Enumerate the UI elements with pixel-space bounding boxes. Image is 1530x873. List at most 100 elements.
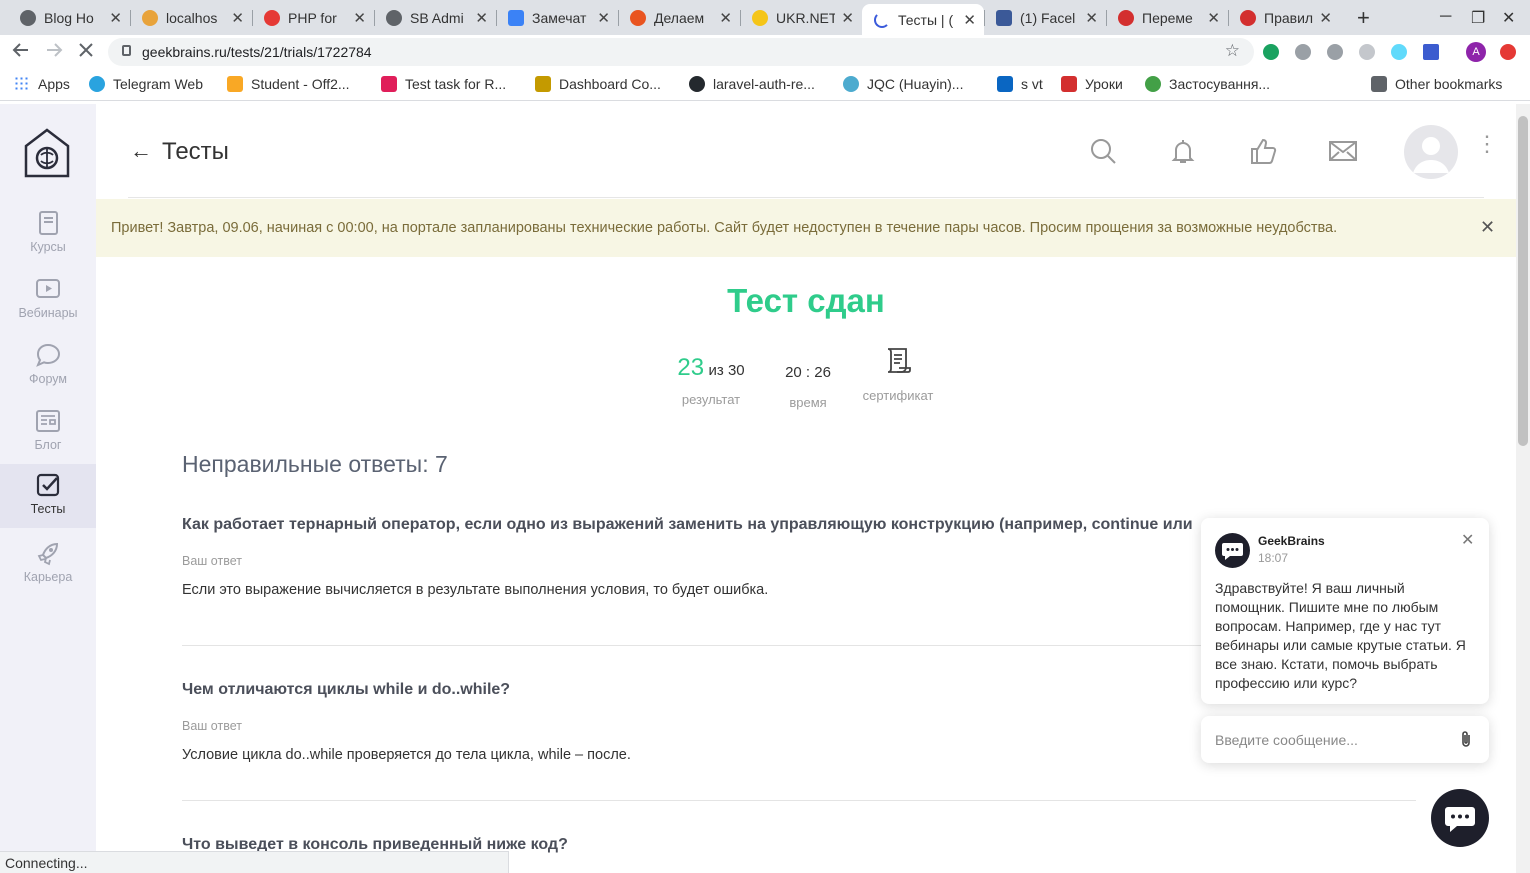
geekbrains-logo-icon[interactable] [24, 128, 70, 178]
bookmark-item[interactable]: Student - Off2... [227, 76, 350, 92]
browser-tab[interactable]: UKR.NET ✕ [740, 4, 862, 31]
tab-close-icon[interactable]: ✕ [475, 9, 488, 27]
tab-close-icon[interactable]: ✕ [1207, 9, 1220, 27]
chat-avatar [1215, 533, 1250, 568]
tab-close-icon[interactable]: ✕ [841, 9, 854, 27]
sidebar-item-webinars[interactable]: Вебинары [0, 268, 96, 332]
banner-close-button[interactable]: ✕ [1480, 217, 1495, 238]
tab-close-icon[interactable]: ✕ [109, 9, 122, 27]
user-silhouette-icon [1413, 137, 1449, 173]
browser-tab[interactable]: SB Admi ✕ [374, 4, 496, 31]
tab-close-icon[interactable]: ✕ [719, 9, 732, 27]
extension-icon[interactable] [1423, 44, 1439, 60]
bookmark-apps[interactable]: Apps [14, 76, 70, 92]
new-tab-button[interactable]: + [1357, 5, 1370, 31]
back-arrow-button[interactable]: ← [130, 138, 152, 164]
browser-tab[interactable]: Делаем ✕ [618, 4, 740, 31]
chat-bubble-icon [1445, 807, 1475, 832]
sidebar-item-forum[interactable]: Форум [0, 334, 96, 398]
chat-open-button[interactable] [1431, 789, 1489, 847]
tab-close-icon[interactable]: ✕ [353, 9, 366, 27]
bookmark-favicon-icon [1061, 76, 1077, 92]
tab-close-icon[interactable]: ✕ [1319, 9, 1332, 27]
tab-close-icon[interactable]: ✕ [1085, 9, 1098, 27]
address-bar[interactable]: geekbrains.ru/tests/21/trials/1722784 ☆ [108, 38, 1254, 66]
profile-avatar[interactable]: A [1466, 42, 1486, 62]
bookmark-item[interactable]: Telegram Web [89, 76, 203, 92]
browser-tab-active[interactable]: Тесты | ( ✕ [862, 4, 984, 35]
browser-tab[interactable]: Blog Ho ✕ [8, 4, 130, 31]
bell-icon[interactable] [1168, 136, 1198, 166]
bookmark-item[interactable]: Test task for R... [381, 76, 506, 92]
chat-sender-name: GeekBrains [1258, 534, 1325, 548]
scrollbar-thumb[interactable] [1518, 116, 1528, 446]
grammarly-extension-icon[interactable] [1263, 44, 1279, 60]
mail-icon[interactable] [1328, 136, 1358, 166]
bookmark-item[interactable]: s vt [997, 76, 1043, 92]
chat-input-placeholder[interactable]: Введите сообщение... [1215, 732, 1358, 748]
thumbs-up-icon[interactable] [1248, 136, 1278, 166]
tab-close-icon[interactable]: ✕ [597, 9, 610, 27]
github-icon [689, 76, 705, 92]
bookmark-star-icon[interactable]: ☆ [1225, 41, 1240, 61]
other-bookmarks[interactable]: Other bookmarks [1371, 76, 1502, 92]
search-icon[interactable] [1088, 136, 1118, 166]
extension-icon[interactable] [1295, 44, 1311, 60]
minimize-button[interactable]: ─ [1440, 8, 1451, 26]
extension-icon[interactable] [1359, 44, 1375, 60]
sidebar-item-label: Вебинары [18, 306, 78, 320]
sidebar-item-label: Карьера [23, 570, 73, 584]
extension-icon[interactable] [1327, 44, 1343, 60]
tab-title: UKR.NET [776, 9, 836, 26]
chat-input-box[interactable]: Введите сообщение... [1201, 716, 1489, 763]
browser-tab[interactable]: localhos ✕ [130, 4, 252, 31]
certificate-stat[interactable]: сертификат [858, 347, 938, 403]
browser-tab[interactable]: (1) Facel ✕ [984, 4, 1106, 31]
sidebar-item-career[interactable]: Карьера [0, 532, 96, 596]
bookmark-item[interactable]: Уроки [1061, 76, 1123, 92]
browser-tab[interactable]: Переме ✕ [1106, 4, 1228, 31]
tab-close-icon[interactable]: ✕ [963, 11, 976, 29]
more-menu-button[interactable]: ⋮ [1476, 133, 1498, 155]
bookmark-item[interactable]: JQC (Huayin)... [843, 76, 963, 92]
maximize-button[interactable]: ❐ [1471, 8, 1485, 28]
chat-close-button[interactable]: ✕ [1461, 530, 1474, 550]
bookmark-item[interactable]: Застосування... [1145, 76, 1270, 92]
tab-title: (1) Facel [1020, 9, 1076, 26]
tab-close-icon[interactable]: ✕ [231, 9, 244, 27]
sidebar-item-tests[interactable]: Тесты [0, 464, 96, 528]
tab-title: Тесты | ( [898, 11, 954, 28]
browser-tab[interactable]: Замечат ✕ [496, 4, 618, 31]
bookmark-item[interactable]: laravel-auth-re... [689, 76, 815, 92]
certificate-label: сертификат [862, 388, 934, 403]
browser-tab[interactable]: PHP for ✕ [252, 4, 374, 31]
tab-favicon-icon [752, 9, 768, 26]
forward-button[interactable] [45, 41, 63, 65]
lock-icon [122, 45, 131, 56]
update-icon[interactable] [1500, 44, 1516, 60]
score-stat: 23 из 30 результат [676, 354, 746, 407]
react-devtools-icon[interactable] [1391, 44, 1407, 60]
close-window-button[interactable]: ✕ [1502, 8, 1515, 28]
bookmark-item[interactable]: Dashboard Co... [535, 76, 661, 92]
chat-bubble-icon [1222, 543, 1243, 560]
tab-favicon-icon [1118, 9, 1134, 26]
paperclip-icon[interactable] [1459, 730, 1473, 748]
back-button[interactable] [12, 41, 30, 65]
bookmarks-bar: Apps Telegram Web Student - Off2... Test… [0, 69, 1530, 101]
stop-button[interactable] [77, 41, 95, 65]
user-avatar[interactable] [1404, 125, 1458, 179]
sidebar-item-blog[interactable]: Блог [0, 400, 96, 464]
rocket-icon [37, 542, 59, 566]
browser-tab[interactable]: Правил ✕ [1228, 4, 1340, 31]
sidebar-item-label: Форум [29, 372, 67, 386]
sidebar-item-label: Тесты [30, 502, 66, 516]
page-scrollbar[interactable] [1516, 104, 1530, 873]
sidebar-item-courses[interactable]: Курсы [0, 202, 96, 266]
tab-favicon-icon [1240, 9, 1256, 26]
question-divider [182, 800, 1416, 801]
score-label: результат [681, 392, 741, 407]
banner-text: Привет! Завтра, 09.06, начиная с 00:00, … [111, 220, 1338, 236]
tab-favicon-icon [386, 9, 402, 26]
tab-title: Замечат [532, 9, 587, 26]
